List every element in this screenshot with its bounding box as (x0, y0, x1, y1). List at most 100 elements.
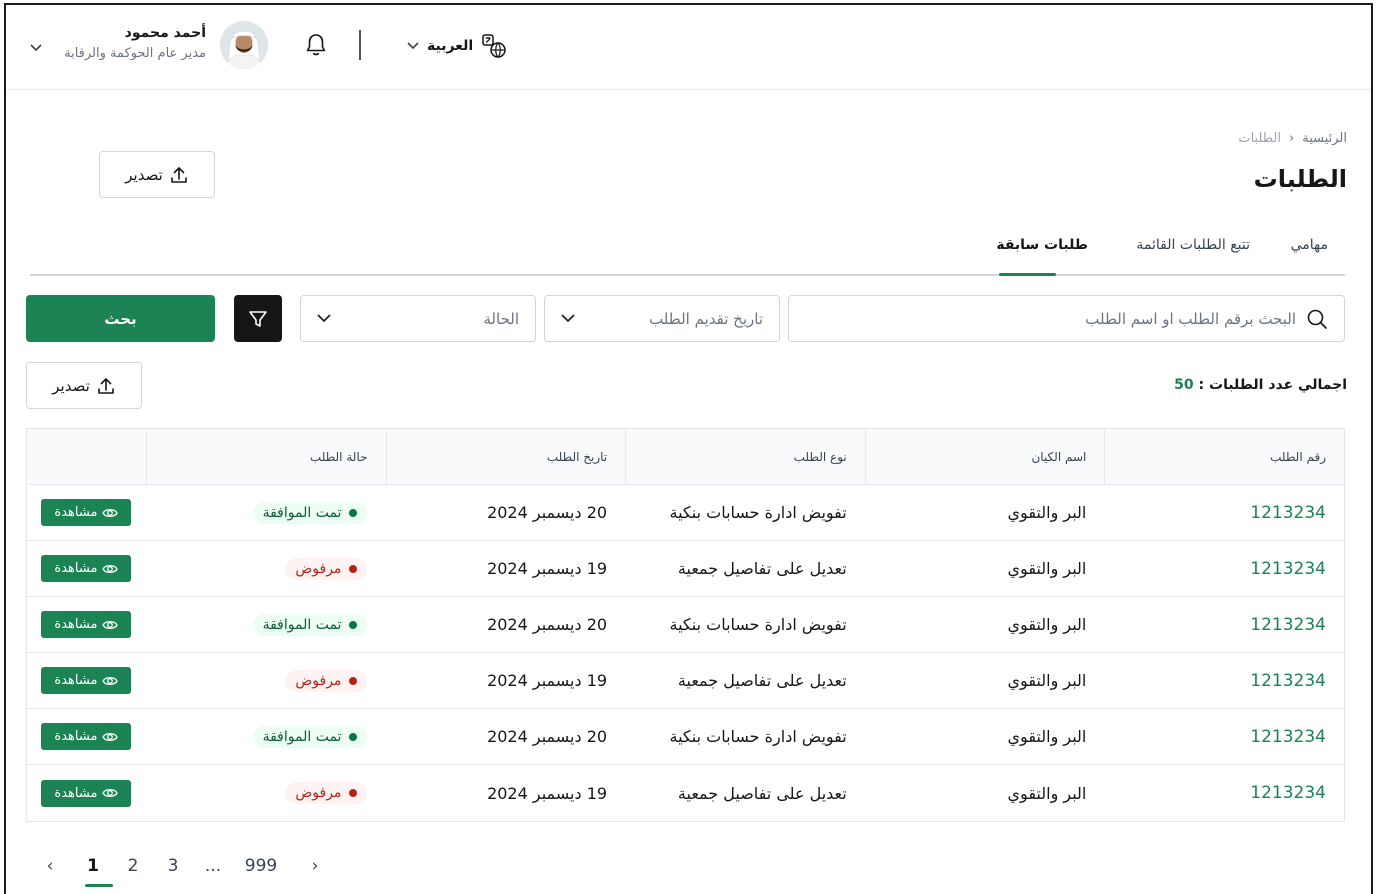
view-label: مشاهدة (54, 505, 98, 520)
request-number-link[interactable]: 1213234 (1250, 559, 1326, 579)
request-date: 19 ديسمبر 2024 (487, 783, 608, 803)
request-status: مرفوض (146, 669, 386, 692)
pagination-page-3[interactable]: 3 (159, 856, 187, 876)
column-header-request-status[interactable]: حالة الطلب (145, 429, 386, 484)
status-badge: مرفوض (285, 669, 368, 692)
status-dot-icon (349, 676, 358, 685)
tab-my-tasks[interactable]: مهامي (1291, 237, 1328, 253)
request-number[interactable]: 1213234 (1104, 615, 1344, 635)
view-label: مشاهدة (54, 785, 98, 801)
tab-previous-requests[interactable]: طلبات سابقة (996, 237, 1088, 253)
request-number-link[interactable]: 1213234 (1250, 783, 1326, 803)
request-number[interactable]: 1213234 (1104, 783, 1344, 803)
column-header-entity-name[interactable]: اسم الكيان (864, 429, 1105, 484)
eye-icon (102, 788, 119, 798)
status-badge: تمت الموافقة (252, 725, 368, 748)
request-status: تمت الموافقة (146, 725, 386, 748)
pagination-page-1[interactable]: 1 (79, 856, 107, 876)
request-type: تفويض ادارة حسابات بنكية (669, 503, 847, 522)
chevron-down-icon (407, 42, 419, 50)
status-label: مرفوض (295, 560, 342, 577)
view-label: مشاهدة (54, 561, 98, 576)
status-dot-icon (349, 620, 358, 629)
pagination-prev-button[interactable]: ‹ (40, 856, 60, 876)
total-requests: اجمالي عدد الطلبات : 50 (1174, 377, 1347, 393)
language-label: العربية (427, 38, 474, 54)
status-badge: مرفوض (285, 557, 368, 580)
status-label: تمت الموافقة (262, 728, 342, 745)
export-button-top[interactable]: تصدير (99, 151, 215, 198)
request-number[interactable]: 1213234 (1104, 559, 1344, 579)
pagination-page-999[interactable]: 999 (239, 856, 283, 876)
request-number[interactable]: 1213234 (1104, 503, 1344, 523)
table-row: 1213234 البر والتقوي تعديل على تفاصيل جمعي… (27, 541, 1344, 597)
entity-name: البر والتقوي (1007, 727, 1087, 746)
request-date: 20 ديسمبر 2024 (487, 615, 608, 634)
pagination-page-2[interactable]: 2 (119, 856, 147, 876)
column-header-request-date[interactable]: تاريخ الطلب (385, 429, 626, 484)
export-label: تصدير (125, 165, 163, 184)
view-button[interactable]: مشاهدة (41, 555, 132, 582)
breadcrumb-current: الطلبات (1238, 131, 1282, 146)
status-dot-icon (349, 508, 358, 517)
request-number-link[interactable]: 1213234 (1250, 671, 1326, 691)
status-dot-icon (349, 789, 358, 797)
language-switcher[interactable]: العربية (407, 33, 507, 59)
status-label: مرفوض (295, 672, 342, 689)
user-info[interactable]: أحمد محمود مدير عام الحوكمة والرقابة (64, 25, 206, 61)
view-label: مشاهدة (54, 673, 98, 688)
request-number[interactable]: 1213234 (1104, 671, 1344, 691)
column-header-request-type[interactable]: نوع الطلب (625, 429, 865, 484)
eye-icon (102, 676, 119, 685)
request-number-link[interactable]: 1213234 (1250, 727, 1326, 747)
total-value: 50 (1174, 377, 1194, 393)
request-status: مرفوض (146, 782, 386, 804)
pagination-next-button[interactable]: › (305, 856, 325, 876)
date-select[interactable]: تاريخ تقديم الطلب (544, 295, 780, 342)
row-actions: مشاهدة (27, 611, 146, 638)
status-label: تمت الموافقة (262, 616, 342, 633)
view-button[interactable]: مشاهدة (41, 667, 132, 694)
view-button[interactable]: مشاهدة (41, 723, 132, 750)
eye-icon (102, 620, 119, 629)
breadcrumb-home[interactable]: الرئيسية (1302, 131, 1347, 146)
status-select[interactable]: الحالة (300, 295, 536, 342)
status-dot-icon (349, 732, 358, 741)
request-status: تمت الموافقة (146, 501, 386, 524)
bell-icon[interactable] (305, 33, 327, 61)
filter-button[interactable] (234, 295, 282, 342)
entity-name: البر والتقوي (1007, 559, 1087, 578)
tab-track-requests[interactable]: تتبع الطلبات القائمة (1136, 237, 1250, 253)
view-label: مشاهدة (54, 729, 98, 744)
column-header-request-number[interactable]: رقم الطلب (1104, 429, 1344, 484)
view-button[interactable]: مشاهدة (41, 611, 132, 638)
request-date: 20 ديسمبر 2024 (487, 503, 608, 522)
request-date: 19 ديسمبر 2024 (487, 559, 608, 578)
avatar[interactable] (220, 21, 268, 69)
table-row: 1213234 البر والتقوي تفويض ادارة حسابات بن… (27, 709, 1344, 765)
header-divider (359, 30, 361, 60)
search-button[interactable]: بحث (26, 295, 215, 342)
entity-name: البر والتقوي (1007, 503, 1087, 522)
row-actions: مشاهدة (27, 779, 146, 807)
status-label: تمت الموافقة (262, 504, 342, 521)
request-number-link[interactable]: 1213234 (1250, 615, 1326, 635)
pagination-active-indicator (85, 884, 113, 887)
request-number-link[interactable]: 1213234 (1250, 503, 1326, 523)
eye-icon (102, 732, 119, 741)
export-button[interactable]: تصدير (26, 362, 142, 409)
request-type: تعديل على تفاصيل جمعية (677, 671, 847, 690)
active-tab-indicator (999, 273, 1056, 276)
app-frame: أحمد محمود مدير عام الحوكمة والرقابة الع… (4, 3, 1373, 894)
user-menu-chevron-icon[interactable] (30, 37, 42, 56)
view-button[interactable]: مشاهدة (41, 779, 132, 807)
request-status: مرفوض (146, 557, 386, 580)
view-label: مشاهدة (54, 617, 98, 632)
request-number[interactable]: 1213234 (1104, 727, 1344, 747)
search-icon (1307, 309, 1327, 329)
pagination-ellipsis: ... (204, 856, 222, 876)
view-button[interactable]: مشاهدة (41, 499, 132, 526)
search-input[interactable]: البحث برقم الطلب او اسم الطلب (788, 295, 1345, 342)
request-type: تفويض ادارة حسابات بنكية (669, 727, 847, 746)
globe-language-icon (482, 34, 506, 58)
